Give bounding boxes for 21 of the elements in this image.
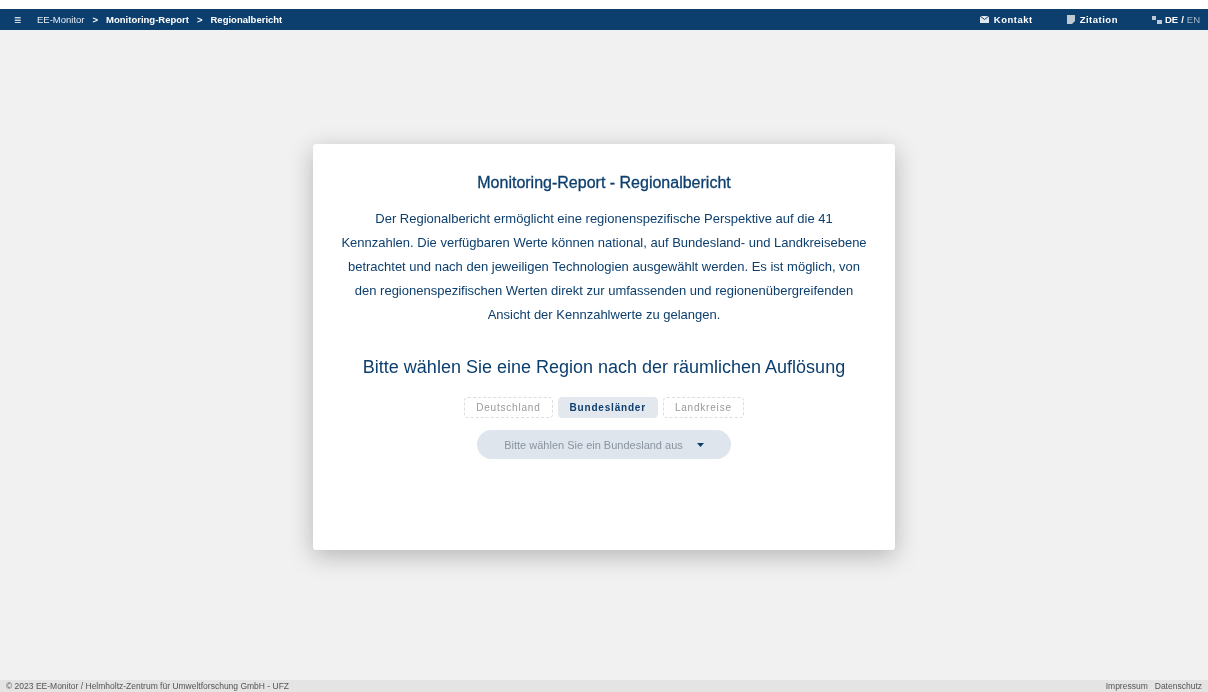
card-title: Monitoring-Report - Regionalbericht xyxy=(477,174,731,192)
mail-icon xyxy=(979,16,989,23)
resolution-toggle[interactable]: Bundesländer xyxy=(557,397,658,418)
nav-link[interactable]: Zitation xyxy=(1079,14,1118,25)
description: Der Regionalbericht ermöglicht eine regionenspezifische Perspektive auf die 41 Kennzahlen. Die verfügbaren Werte können national, auf Bundesland- und Landkreisebene betrachtet und nach den jeweiligen Technologien ausgewählt werden. Es ist möglich, von den regionenspezifischen Werten direkt zur umfassenden und regionenübergreifenden Ansicht der Kennzahlwerte zu gelangen. xyxy=(340,210,868,324)
nav-link[interactable]: Kontakt xyxy=(993,14,1033,25)
caret-icon xyxy=(696,442,704,447)
menu-icon[interactable]: ≡ xyxy=(14,13,21,26)
breadcrumb-link[interactable]: Monitoring-Report xyxy=(106,14,189,25)
language-option[interactable]: EN xyxy=(1186,14,1200,25)
document-icon xyxy=(1066,15,1075,24)
breadcrumb-separator: > xyxy=(196,14,203,25)
prompt-heading: Bitte wählen Sie eine Region nach der räumlichen Auflösung xyxy=(362,357,846,378)
copyright-text: © 2023 EE-Monitor / Helmholtz-Zentrum für Umweltforschung GmbH - UFZ xyxy=(6,681,290,691)
breadcrumb-link[interactable]: EE-Monitor xyxy=(37,14,85,25)
breadcrumb-link[interactable]: Regionalbericht xyxy=(210,14,283,25)
footer-link[interactable]: Impressum xyxy=(1105,681,1148,691)
language-separator: / xyxy=(1181,14,1184,25)
language-option[interactable]: DE xyxy=(1164,14,1179,25)
footer-link[interactable]: Datenschutz xyxy=(1154,681,1202,691)
breadcrumb-separator: > xyxy=(92,14,99,25)
